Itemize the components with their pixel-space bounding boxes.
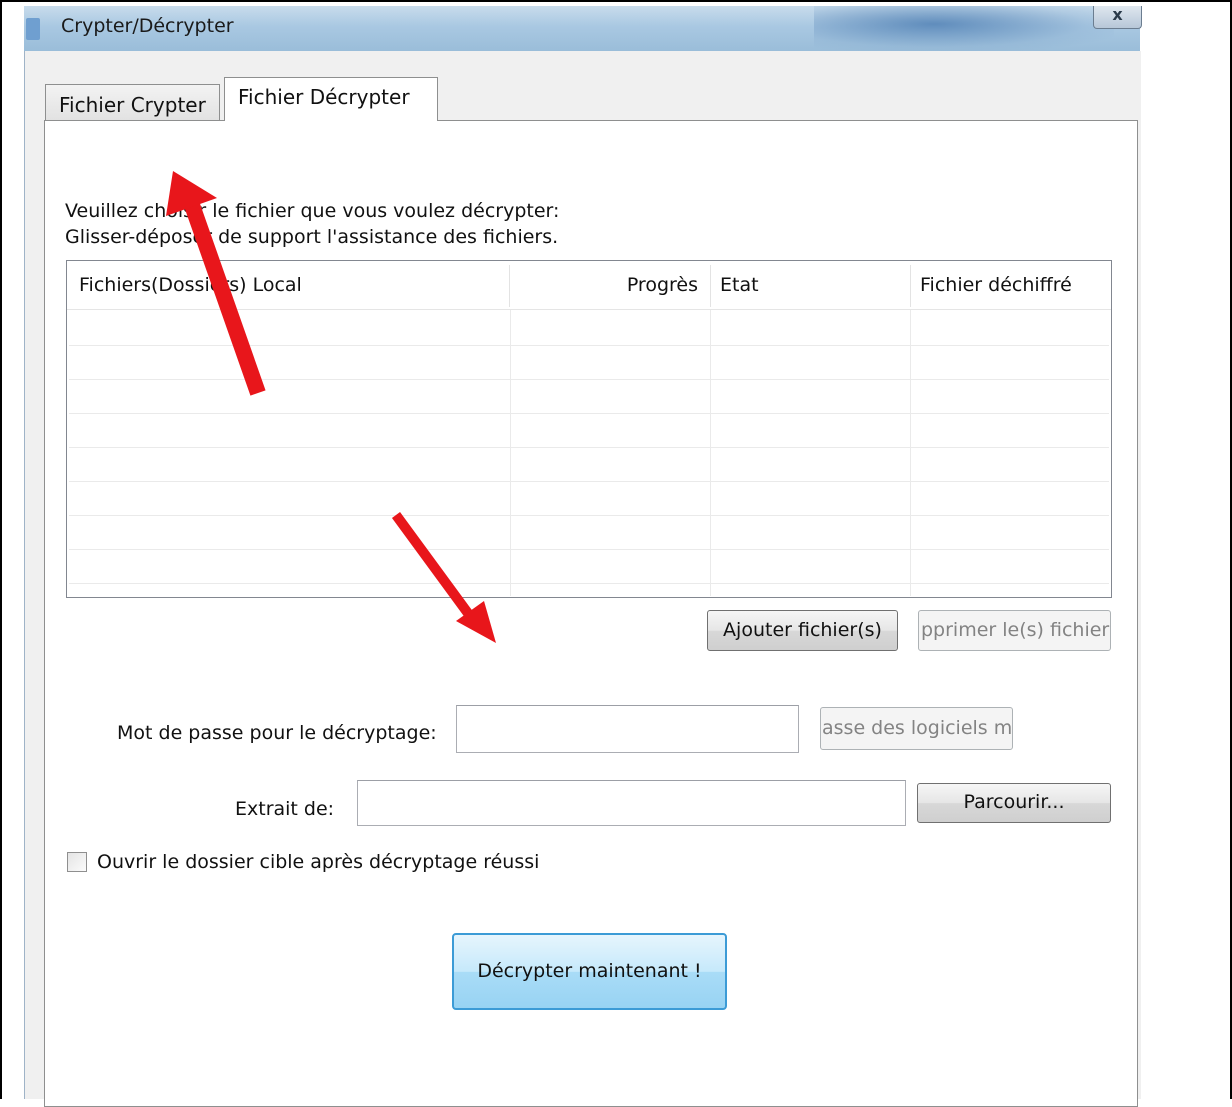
column-header-local-files[interactable]: Fichiers(Dossiers) Local	[79, 261, 499, 309]
password-input[interactable]	[456, 705, 799, 753]
grid-column-line	[510, 310, 511, 596]
close-icon[interactable]: x	[1093, 6, 1142, 29]
password-label: Mot de passe pour le décryptage:	[117, 722, 437, 744]
instruction-line-1: Veuillez choisir le fichier que vous vou…	[65, 200, 560, 222]
app-icon	[26, 18, 40, 40]
title-bar-glow	[814, 6, 1114, 51]
grid-column-line	[910, 310, 911, 596]
dialog-window: Fichier Crypter Fichier Décrypter Veuill…	[24, 51, 1141, 1107]
column-header-progress[interactable]: Progrès	[510, 261, 698, 309]
grid-line	[69, 447, 1109, 448]
add-files-button[interactable]: Ajouter fichier(s)	[707, 610, 898, 651]
column-separator	[710, 265, 711, 307]
checkbox-icon[interactable]	[67, 852, 87, 872]
extract-path-input[interactable]	[357, 780, 906, 826]
column-header-status[interactable]: Etat	[720, 261, 900, 309]
software-password-button[interactable]: asse des logiciels ma	[820, 707, 1013, 750]
extract-label: Extrait de:	[235, 798, 335, 820]
remove-files-button[interactable]: pprimer le(s) fichier(	[918, 610, 1111, 651]
open-folder-label[interactable]: Ouvrir le dossier cible après décryptage…	[97, 851, 539, 873]
column-separator	[910, 265, 911, 307]
title-bar: Crypter/Décrypter x	[24, 6, 1142, 51]
tab-fichier-decrypter[interactable]: Fichier Décrypter	[224, 77, 438, 121]
grid-line	[69, 413, 1109, 414]
file-list[interactable]: Fichiers(Dossiers) Local Progrès Etat Fi…	[66, 260, 1112, 598]
tab-fichier-crypter[interactable]: Fichier Crypter	[45, 84, 220, 120]
grid-column-line	[710, 310, 711, 596]
browse-button[interactable]: Parcourir...	[917, 783, 1111, 823]
grid-line	[69, 549, 1109, 550]
file-list-header: Fichiers(Dossiers) Local Progrès Etat Fi…	[67, 261, 1111, 310]
decrypt-now-button[interactable]: Décrypter maintenant !	[452, 933, 727, 1010]
grid-line	[69, 583, 1109, 584]
grid-line	[69, 515, 1109, 516]
instruction-line-2: Glisser-déposer de support l'assistance …	[65, 226, 559, 248]
window-title: Crypter/Décrypter	[61, 15, 234, 37]
grid-line	[69, 379, 1109, 380]
column-header-decrypted-file[interactable]: Fichier déchiffré	[920, 261, 1100, 309]
grid-line	[69, 481, 1109, 482]
grid-line	[69, 345, 1109, 346]
